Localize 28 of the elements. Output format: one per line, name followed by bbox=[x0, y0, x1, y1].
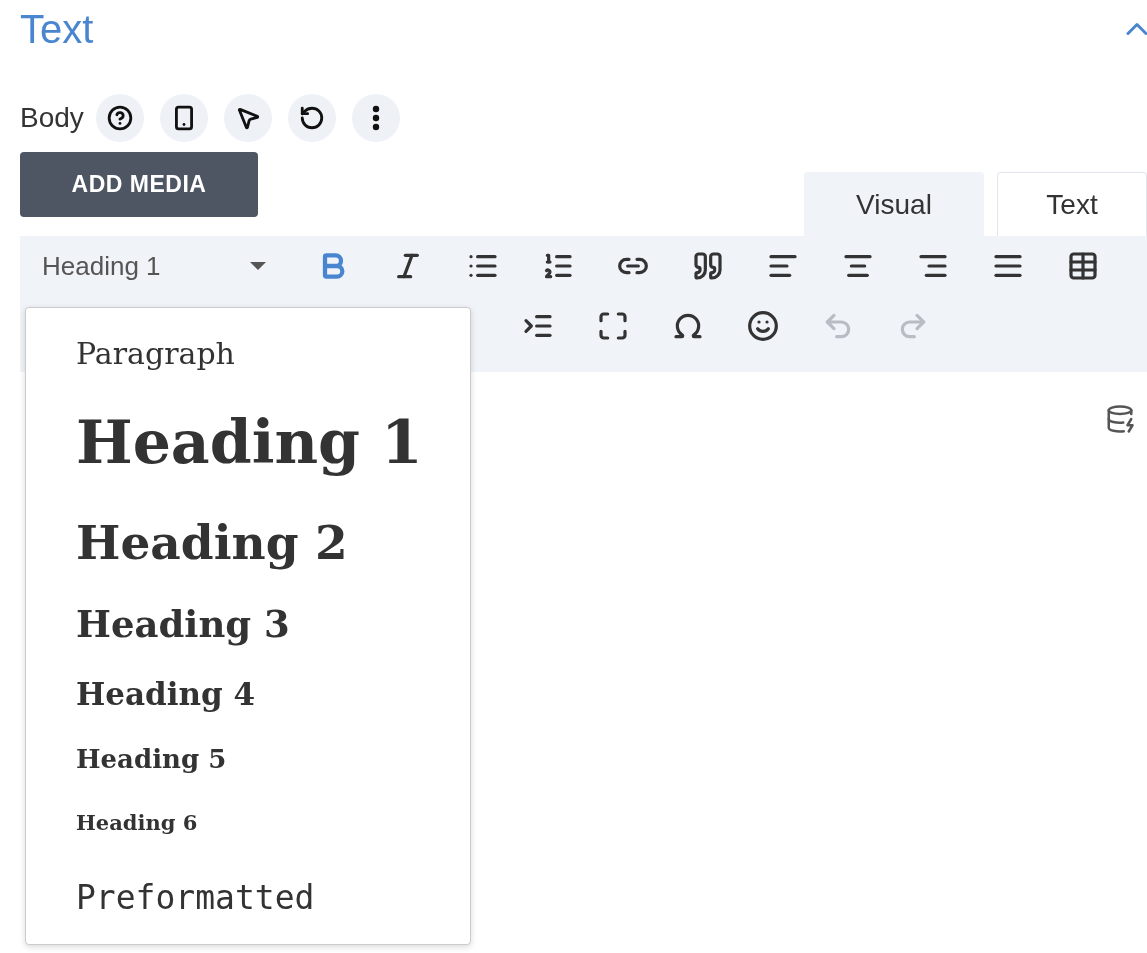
help-icon bbox=[106, 105, 133, 131]
database-icon[interactable] bbox=[1105, 404, 1135, 434]
add-media-button[interactable]: ADD MEDIA bbox=[20, 152, 258, 217]
format-option[interactable]: Heading 2 bbox=[26, 498, 470, 586]
fullscreen-icon bbox=[596, 310, 629, 342]
format-option[interactable]: Heading 6 bbox=[26, 792, 470, 852]
format-option[interactable]: Heading 1 bbox=[26, 386, 470, 498]
format-select[interactable]: Heading 1 bbox=[20, 238, 280, 294]
more-button[interactable] bbox=[351, 94, 400, 142]
format-option[interactable]: Heading 3 bbox=[26, 586, 470, 662]
help-button[interactable] bbox=[95, 94, 144, 142]
format-option[interactable]: Heading 5 bbox=[26, 726, 470, 792]
reset-icon bbox=[298, 105, 325, 131]
format-option[interactable]: Paragraph bbox=[26, 320, 470, 386]
table-icon bbox=[1066, 250, 1099, 282]
caret-icon bbox=[250, 262, 266, 270]
field-label: Body bbox=[20, 102, 84, 134]
editor-tab[interactable]: Text bbox=[997, 172, 1147, 236]
cursor-button[interactable] bbox=[223, 94, 272, 142]
section-title: Text bbox=[20, 6, 94, 52]
editor-tab[interactable]: Visual bbox=[804, 172, 984, 236]
reset-button[interactable] bbox=[287, 94, 336, 142]
format-option[interactable]: Heading 4 bbox=[26, 662, 470, 726]
phone-button[interactable] bbox=[159, 94, 208, 142]
smiley-icon bbox=[746, 310, 779, 342]
format-option[interactable]: Preformatted bbox=[26, 852, 470, 942]
more-icon bbox=[371, 105, 380, 131]
quote-icon bbox=[691, 250, 724, 282]
